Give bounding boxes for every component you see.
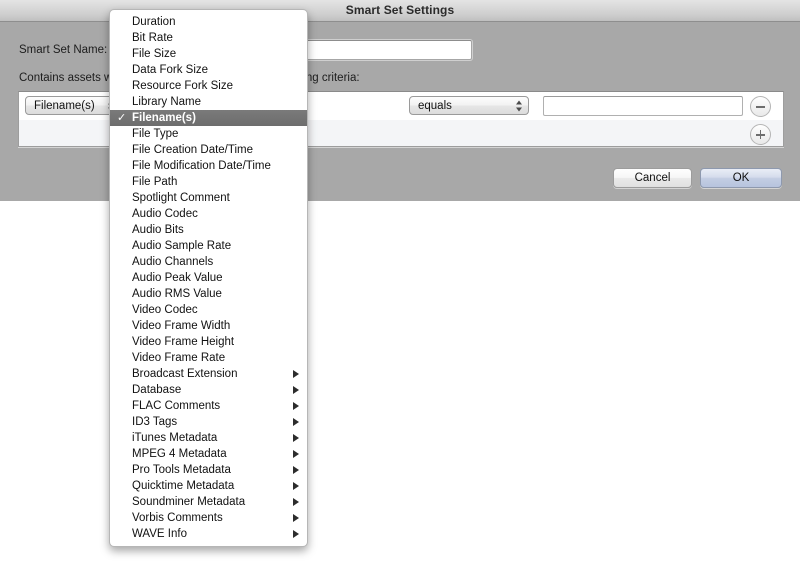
- menu-item-label: Audio Channels: [132, 256, 213, 268]
- menu-item-label: Soundminer Metadata: [132, 496, 245, 508]
- menu-item-label: File Modification Date/Time: [132, 160, 271, 172]
- checkmark-icon: ✓: [117, 110, 126, 126]
- menu-item[interactable]: File Modification Date/Time: [110, 158, 307, 174]
- remove-criterion-button[interactable]: [750, 96, 771, 117]
- menu-item[interactable]: WAVE Info: [110, 526, 307, 542]
- menu-item[interactable]: Audio Bits: [110, 222, 307, 238]
- submenu-arrow-icon: [293, 530, 299, 538]
- menu-item-label: Audio Sample Rate: [132, 240, 231, 252]
- menu-item-label: Audio Peak Value: [132, 272, 223, 284]
- menu-item-label: File Path: [132, 176, 177, 188]
- menu-item-label: Library Name: [132, 96, 201, 108]
- menu-item-label: FLAC Comments: [132, 400, 220, 412]
- menu-item[interactable]: File Size: [110, 46, 307, 62]
- submenu-arrow-icon: [293, 434, 299, 442]
- menu-item[interactable]: Video Frame Height: [110, 334, 307, 350]
- menu-item[interactable]: File Path: [110, 174, 307, 190]
- menu-item[interactable]: Audio Channels: [110, 254, 307, 270]
- submenu-arrow-icon: [293, 370, 299, 378]
- menu-item[interactable]: Quicktime Metadata: [110, 478, 307, 494]
- submenu-arrow-icon: [293, 402, 299, 410]
- menu-item[interactable]: Video Frame Width: [110, 318, 307, 334]
- menu-item-label: Spotlight Comment: [132, 192, 230, 204]
- menu-item[interactable]: Audio RMS Value: [110, 286, 307, 302]
- menu-item-label: File Size: [132, 48, 176, 60]
- menu-item[interactable]: Vorbis Comments: [110, 510, 307, 526]
- smart-set-name-label: Smart Set Name:: [19, 44, 107, 56]
- menu-item-label: Broadcast Extension: [132, 368, 237, 380]
- submenu-arrow-icon: [293, 514, 299, 522]
- criterion-operator-popup[interactable]: equals: [409, 96, 529, 115]
- minus-icon: [756, 102, 765, 111]
- menu-item-label: Video Codec: [132, 304, 198, 316]
- menu-item-label: WAVE Info: [132, 528, 187, 540]
- menu-item-label: ID3 Tags: [132, 416, 177, 428]
- add-criterion-button[interactable]: [750, 124, 771, 145]
- menu-item[interactable]: Pro Tools Metadata: [110, 462, 307, 478]
- menu-item[interactable]: iTunes Metadata: [110, 430, 307, 446]
- criterion-field-value: Filename(s): [34, 100, 95, 112]
- menu-item-label: Video Frame Width: [132, 320, 230, 332]
- menu-item-label: Duration: [132, 16, 175, 28]
- submenu-arrow-icon: [293, 498, 299, 506]
- menu-item-label: Vorbis Comments: [132, 512, 223, 524]
- menu-item[interactable]: ✓ Filename(s): [110, 110, 307, 126]
- criterion-value-input[interactable]: [543, 96, 743, 116]
- menu-item-label: Audio RMS Value: [132, 288, 222, 300]
- menu-item[interactable]: Audio Codec: [110, 206, 307, 222]
- stepper-arrows-icon: [516, 99, 523, 112]
- menu-item[interactable]: MPEG 4 Metadata: [110, 446, 307, 462]
- menu-item-label: Database: [132, 384, 181, 396]
- submenu-arrow-icon: [293, 466, 299, 474]
- submenu-arrow-icon: [293, 482, 299, 490]
- menu-item-label: MPEG 4 Metadata: [132, 448, 227, 460]
- menu-item[interactable]: File Creation Date/Time: [110, 142, 307, 158]
- menu-item-label: Video Frame Height: [132, 336, 234, 348]
- menu-item-label: Resource Fork Size: [132, 80, 233, 92]
- submenu-arrow-icon: [293, 418, 299, 426]
- cancel-button[interactable]: Cancel: [613, 168, 692, 188]
- menu-item-label: Bit Rate: [132, 32, 173, 44]
- criterion-operator-value: equals: [418, 100, 452, 112]
- menu-item[interactable]: FLAC Comments: [110, 398, 307, 414]
- menu-item[interactable]: Spotlight Comment: [110, 190, 307, 206]
- menu-item-label: Data Fork Size: [132, 64, 208, 76]
- menu-item-label: Video Frame Rate: [132, 352, 225, 364]
- plus-icon: [756, 130, 765, 139]
- menu-item-label: File Creation Date/Time: [132, 144, 253, 156]
- menu-item-label: File Type: [132, 128, 178, 140]
- menu-item-label: iTunes Metadata: [132, 432, 217, 444]
- menu-item-label: Audio Bits: [132, 224, 184, 236]
- menu-item[interactable]: Soundminer Metadata: [110, 494, 307, 510]
- menu-item[interactable]: ID3 Tags: [110, 414, 307, 430]
- menu-item[interactable]: Video Frame Rate: [110, 350, 307, 366]
- menu-item[interactable]: File Type: [110, 126, 307, 142]
- submenu-arrow-icon: [293, 450, 299, 458]
- menu-item[interactable]: Bit Rate: [110, 30, 307, 46]
- menu-item[interactable]: Library Name: [110, 94, 307, 110]
- criterion-field-dropdown-menu[interactable]: Duration Bit Rate File Size Data Fork Size R…: [109, 9, 308, 547]
- menu-item-label: Pro Tools Metadata: [132, 464, 231, 476]
- menu-item[interactable]: Broadcast Extension: [110, 366, 307, 382]
- menu-item[interactable]: Resource Fork Size: [110, 78, 307, 94]
- menu-item[interactable]: Video Codec: [110, 302, 307, 318]
- menu-item[interactable]: Audio Sample Rate: [110, 238, 307, 254]
- menu-item-label: Quicktime Metadata: [132, 480, 234, 492]
- menu-item[interactable]: Audio Peak Value: [110, 270, 307, 286]
- menu-item[interactable]: Database: [110, 382, 307, 398]
- submenu-arrow-icon: [293, 386, 299, 394]
- criterion-field-popup[interactable]: Filename(s): [25, 96, 121, 115]
- menu-item[interactable]: Duration: [110, 14, 307, 30]
- menu-item-label: Filename(s): [132, 112, 196, 124]
- ok-button[interactable]: OK: [700, 168, 782, 188]
- menu-item[interactable]: Data Fork Size: [110, 62, 307, 78]
- menu-item-label: Audio Codec: [132, 208, 198, 220]
